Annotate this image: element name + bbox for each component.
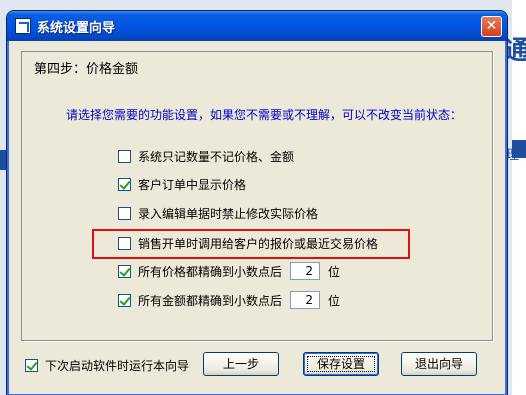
option-label: 录入编辑单据时禁止修改实际价格	[138, 206, 319, 221]
checkbox-checked[interactable]	[118, 177, 131, 191]
step-title: 第四步：价格金额	[34, 62, 139, 77]
option-label: 所有金额都精确到小数点后	[138, 293, 283, 308]
option-lock-actual-price[interactable]: 录入编辑单据时禁止修改实际价格	[118, 205, 318, 221]
option-use-customer-quote[interactable]: 销售开单时调用给客户的报价或最近交易价格	[118, 235, 378, 251]
option-show-price-in-orders[interactable]: 客户订单中显示价格	[118, 176, 246, 192]
app-icon	[15, 18, 31, 34]
close-icon: ✕	[485, 18, 498, 34]
unit-label: 位	[328, 293, 341, 308]
run-wizard-on-startup-option[interactable]: 下次启动软件时运行本向导	[25, 357, 189, 374]
option-price-decimals[interactable]: 所有价格都精确到小数点后 2 位	[118, 262, 341, 280]
option-label: 客户订单中显示价格	[138, 177, 247, 192]
unit-label: 位	[328, 264, 341, 279]
checkbox-checked[interactable]	[118, 264, 131, 278]
step-panel: 第四步：价格金额 请选择您需要的功能设置，如果您不需要或不理解，可以不改变当前状…	[21, 51, 493, 341]
save-settings-button[interactable]: 保存设置	[303, 352, 379, 376]
price-decimals-input[interactable]: 2	[290, 262, 321, 280]
option-amount-decimals[interactable]: 所有金额都精确到小数点后 2 位	[118, 291, 341, 309]
close-button[interactable]: ✕	[481, 16, 502, 37]
checkbox[interactable]	[118, 149, 131, 163]
option-quantity-only[interactable]: 系统只记数量不记价格、金额	[118, 148, 294, 164]
settings-wizard-dialog: 系统设置向导 ✕ 第四步：价格金额 请选择您需要的功能设置，如果您不需要或不理解…	[6, 10, 508, 395]
option-label: 系统只记数量不记价格、金额	[138, 149, 295, 164]
previous-step-button[interactable]: 上一步	[203, 352, 279, 376]
option-label: 销售开单时调用给客户的报价或最近交易价格	[138, 236, 379, 251]
checkbox[interactable]	[118, 236, 131, 250]
background-text: 理	[506, 148, 520, 163]
amount-decimals-input[interactable]: 2	[290, 291, 321, 309]
checkbox[interactable]	[118, 206, 131, 220]
title-bar[interactable]: 系统设置向导 ✕	[7, 11, 507, 41]
exit-wizard-button[interactable]: 退出向导	[401, 352, 477, 376]
startup-label: 下次启动软件时运行本向导	[45, 359, 190, 373]
option-label: 所有价格都精确到小数点后	[138, 264, 283, 279]
checkbox-checked[interactable]	[25, 359, 38, 372]
window-title: 系统设置向导	[37, 21, 116, 36]
instruction-text: 请选择您需要的功能设置，如果您不需要或不理解，可以不改变当前状态：	[66, 108, 463, 122]
checkbox-checked[interactable]	[118, 293, 131, 307]
